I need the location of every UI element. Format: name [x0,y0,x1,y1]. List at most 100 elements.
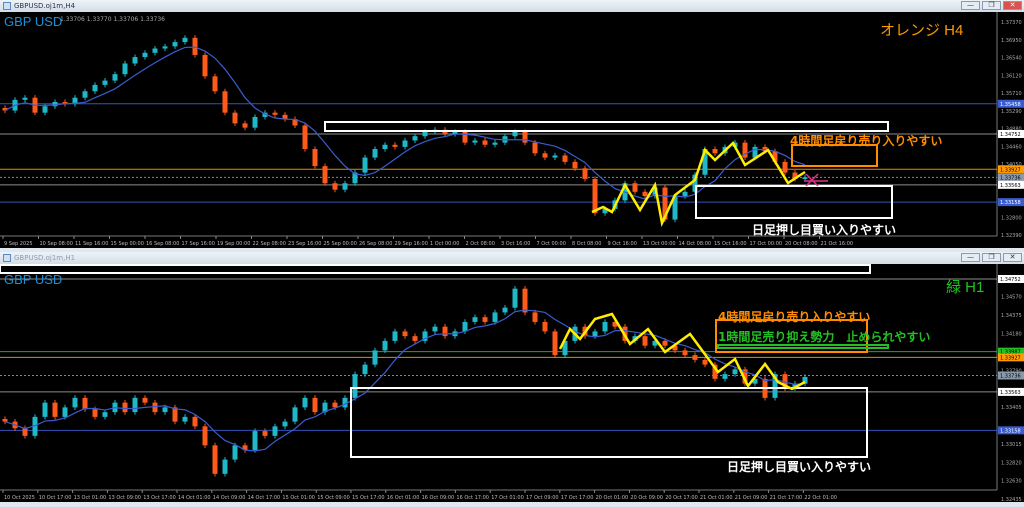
candle-body [682,191,688,197]
x-tick-label: 20 Oct 01:00 [596,495,629,501]
y-tick-label: 1.32820 [1001,460,1022,466]
x-tick-label: 14 Oct 08:00 [679,241,712,247]
candle-body [162,46,168,49]
x-tick-label: 17 Sep 16:00 [182,241,215,247]
x-tick-label: 7 Oct 00:00 [537,241,566,247]
minimize-button[interactable]: — [961,253,980,262]
y-tick-label: 1.34180 [1001,331,1022,337]
candle-body [732,369,738,375]
x-tick-label: 20 Oct 17:00 [665,495,698,501]
x-tick-label: 10 Oct 2025 [4,495,35,501]
close-button[interactable]: ✕ [1003,1,1022,10]
candle-body [272,426,278,436]
x-tick-label: 13 Oct 17:00 [143,495,176,501]
x-tick-label: 23 Sep 16:00 [288,241,321,247]
candle-body [42,402,48,417]
candle-body [482,140,488,145]
annotation-buy: 日足押し目買い入りやすい [752,223,897,237]
x-tick-label: 14 Oct 09:00 [213,495,246,501]
x-tick-label: 17 Oct 17:00 [561,495,594,501]
x-tick-label: 9 Sep 2025 [4,241,33,247]
candle-body [72,397,78,408]
price-level-label: 1.33563 [1000,390,1021,396]
candle-body [212,445,218,474]
timeframe-label: 緑 H1 [946,279,985,296]
candle-body [312,397,318,413]
candle-body [802,177,808,179]
y-tick-label: 1.36540 [1001,56,1022,62]
x-tick-label: 21 Oct 16:00 [821,241,854,247]
y-tick-label: 1.34570 [1001,294,1022,300]
h4-window-titlebar[interactable]: GBPUSD.oj1m,H4 — ❐ ✕ [0,0,1024,12]
h4-window-title: GBPUSD.oj1m,H4 [14,2,76,10]
candle-body [442,326,448,337]
x-tick-label: 13 Oct 00:00 [643,241,676,247]
y-tick-label: 1.33405 [1001,405,1022,411]
candle-body [142,52,148,58]
restore-button[interactable]: ❐ [982,1,1001,10]
candle-body [142,397,148,403]
candle-body [522,288,528,313]
candle-body [522,131,528,143]
candle-body [202,54,208,77]
candle-body [392,331,398,341]
candle-body [722,374,728,379]
x-tick-label: 21 Oct 09:00 [735,495,768,501]
price-level-label: 1.33563 [1000,183,1021,189]
candle-body [172,42,178,47]
x-tick-label: 16 Oct 09:00 [422,495,455,501]
candle-body [292,407,298,422]
x-tick-label: 15 Oct 17:00 [352,495,385,501]
restore-button[interactable]: ❐ [982,253,1001,262]
candle-body [542,153,548,158]
candle-body [182,416,188,422]
candle-body [192,416,198,427]
candle-body [2,418,8,422]
candle-body [372,149,378,158]
candle-body [642,336,648,346]
candle-body [542,321,548,332]
x-tick-label: 13 Oct 09:00 [108,495,141,501]
candle-body [492,142,498,145]
x-tick-label: 8 Oct 08:00 [572,241,601,247]
y-tick-label: 1.32435 [1001,497,1022,503]
candle-body [512,131,518,137]
candle-body [352,374,358,398]
x-tick-label: 16 Oct 01:00 [387,495,420,501]
h1-window-titlebar[interactable]: GBPUSD.oj1m,H1 — ❐ ✕ [0,252,1024,264]
y-tick-label: 1.33015 [1001,442,1022,448]
candle-body [642,191,648,197]
candle-body [182,37,188,43]
y-tick-label: 1.32390 [1001,233,1022,239]
x-tick-label: 1 Oct 00:00 [430,241,459,247]
minimize-button[interactable]: — [961,1,980,10]
y-tick-label: 1.36950 [1001,38,1022,44]
candle-body [682,350,688,356]
x-tick-label: 2 Oct 08:00 [466,241,495,247]
y-tick-label: 1.37370 [1001,20,1022,26]
annotation-sell: 4時間足戻り売り入りやすい [790,134,943,148]
candle-body [432,326,438,332]
candle-body [82,91,88,98]
candle-body [532,142,538,154]
candle-body [342,183,348,190]
x-tick-label: 15 Sep 00:00 [111,241,144,247]
ohlc-readout: 1.33706 1.33770 1.33706 1.33736 [60,16,165,23]
candle-body [282,421,288,427]
y-tick-label: 1.35710 [1001,91,1022,97]
candle-body [512,288,518,308]
candle-body [582,168,588,179]
candle-body [392,144,398,147]
y-tick-label: 1.36120 [1001,73,1022,79]
candle-body [362,157,368,173]
close-button[interactable]: ✕ [1003,253,1022,262]
price-level-label: 1.33736 [1000,373,1021,379]
candle-body [252,431,258,451]
candle-body [332,183,338,190]
candle-body [252,116,258,128]
candle-body [402,140,408,147]
candle-body [92,84,98,92]
candle-body [702,359,708,365]
candle-body [402,331,408,337]
x-tick-label: 9 Oct 16:00 [608,241,637,247]
